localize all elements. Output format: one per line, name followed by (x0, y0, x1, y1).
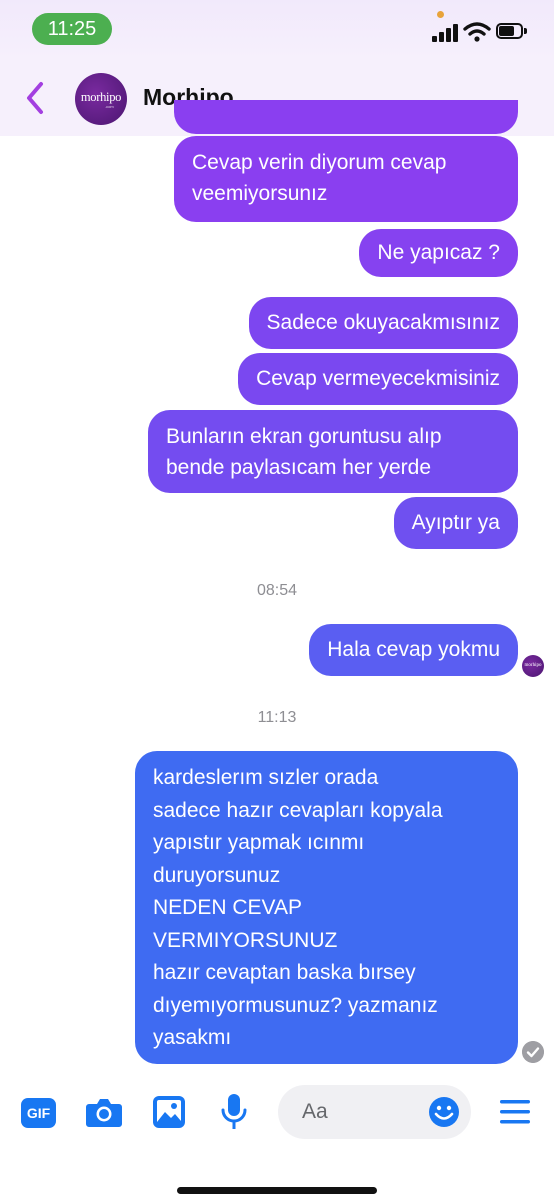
seen-receipt-avatar: morhipo (522, 655, 544, 677)
message-timestamp: 11:13 (257, 709, 297, 726)
status-bar: 11:25 (0, 0, 554, 60)
privacy-indicator-dot (437, 11, 444, 18)
wifi-icon (463, 22, 491, 42)
message-input-placeholder: Aa (302, 1100, 328, 1123)
message-bubble[interactable]: Ayıptır ya (393, 497, 518, 549)
photo-gallery-icon[interactable] (152, 1095, 186, 1129)
message-bubble[interactable]: Bunların ekran goruntusu alıp bende payl… (148, 410, 518, 493)
menu-icon[interactable] (499, 1098, 531, 1126)
emoji-icon[interactable] (428, 1096, 460, 1128)
cellular-signal-icon (432, 24, 458, 42)
message-bubble[interactable]: Cevap verin diyorum cevap veemiyorsunız (174, 136, 518, 222)
battery-icon (496, 23, 528, 41)
avatar-logo-text: morhipo (80, 90, 122, 104)
gif-label: GIF (26, 1105, 51, 1121)
microphone-icon[interactable] (220, 1092, 248, 1132)
back-chevron-icon[interactable] (22, 78, 48, 118)
composer-bar: GIF Aa (0, 1080, 554, 1200)
message-bubble[interactable]: Ne yapıcaz ? (359, 229, 518, 277)
message-bubble-partial (174, 100, 518, 134)
message-bubble[interactable]: Hala cevap yokmu (309, 624, 518, 676)
delivered-check-icon (522, 1041, 544, 1063)
home-indicator[interactable] (177, 1187, 377, 1194)
gif-icon[interactable]: GIF (21, 1098, 56, 1128)
contact-avatar[interactable]: morhipo .com (75, 73, 127, 125)
message-bubble[interactable]: kardeslerım sızler orada sadece hazır ce… (135, 751, 518, 1064)
message-bubble[interactable]: Cevap vermeyecekmisiniz (238, 353, 518, 405)
status-time: 11:25 (32, 13, 112, 45)
avatar-logo-suffix: .com (105, 104, 114, 109)
message-input[interactable]: Aa (278, 1085, 471, 1139)
message-timestamp: 08:54 (256, 582, 298, 599)
message-bubble[interactable]: Sadece okuyacakmısınız (248, 297, 518, 349)
camera-icon[interactable] (85, 1095, 123, 1129)
